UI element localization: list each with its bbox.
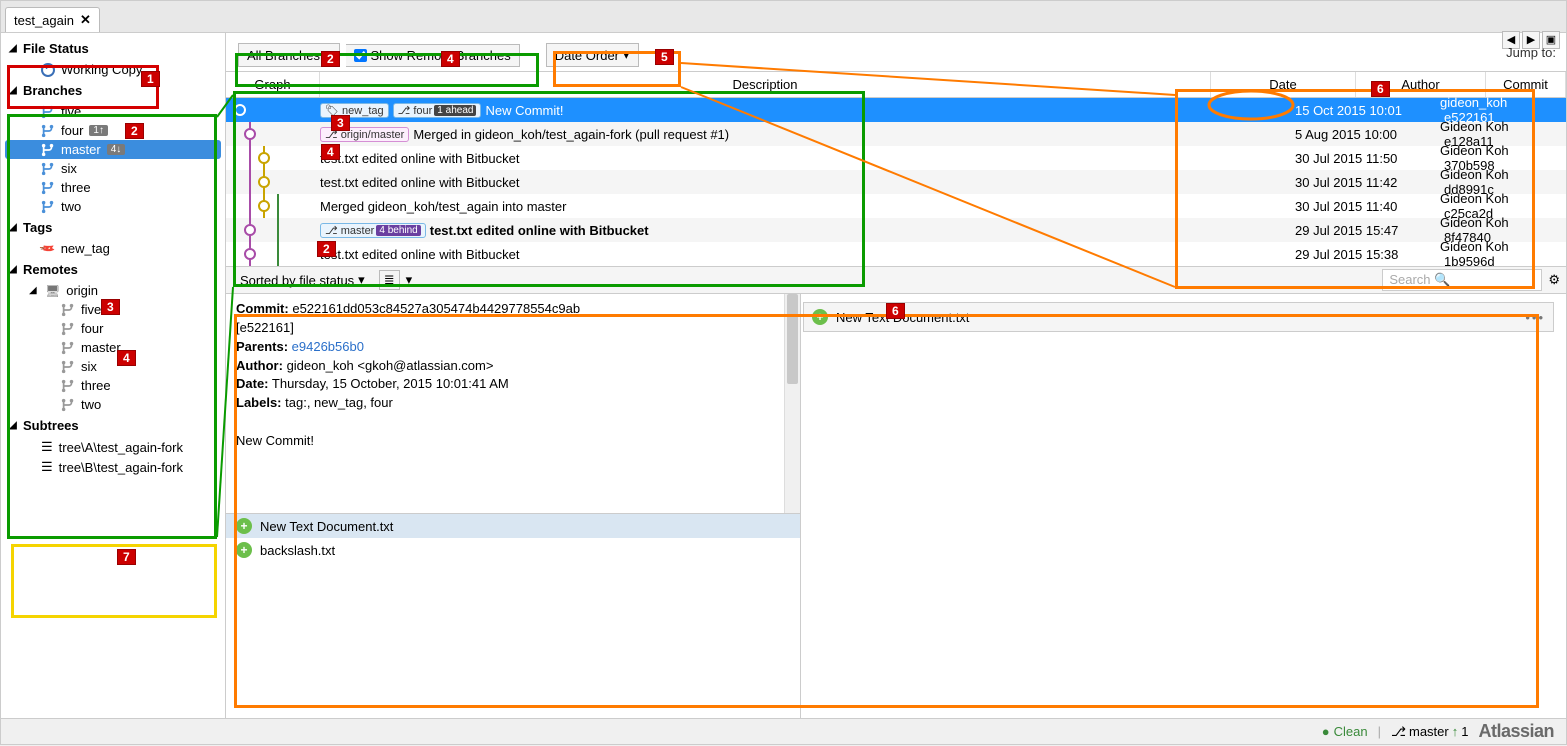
- commit-row[interactable]: 🏷 new_tag ⎇ four 1 aheadNew Commit!15 Oc…: [226, 98, 1566, 122]
- jump-to-label: Jump to:: [1506, 45, 1556, 60]
- col-description[interactable]: Description: [320, 72, 1211, 97]
- branch-icon: ⎇: [1391, 724, 1406, 740]
- chevron-down-icon[interactable]: ▾: [406, 272, 413, 288]
- check-icon: [41, 63, 55, 77]
- sort-dropdown[interactable]: Sorted by file status▾: [232, 269, 373, 291]
- branches-header[interactable]: ◢Branches: [1, 79, 225, 102]
- brand-logo: Atlassian: [1478, 721, 1554, 742]
- remote-branch-two[interactable]: two: [1, 395, 225, 414]
- tab-bar: test_again ✕: [1, 1, 1566, 33]
- branch-master[interactable]: master4↓: [5, 140, 221, 159]
- branch-icon: [41, 143, 55, 157]
- branch-icon: [61, 303, 75, 317]
- branch-icon: [41, 181, 55, 195]
- commit-row[interactable]: ⎇ master 4 behindtest.txt edited online …: [226, 218, 1566, 242]
- scrollbar[interactable]: [784, 294, 800, 513]
- tag-item[interactable]: 🔖new_tag: [1, 239, 225, 258]
- plus-icon: +: [812, 309, 828, 325]
- close-icon[interactable]: ✕: [80, 12, 91, 28]
- remote-branch-four[interactable]: four: [1, 319, 225, 338]
- ref-badge[interactable]: ⎇ master 4 behind: [320, 223, 426, 238]
- branch-icon: [61, 379, 75, 393]
- commit-row[interactable]: Merged gideon_koh/test_again into master…: [226, 194, 1566, 218]
- more-icon[interactable]: •••: [1525, 310, 1545, 325]
- branch-icon: [61, 322, 75, 336]
- branch-five[interactable]: five: [1, 102, 225, 121]
- status-branch[interactable]: ⎇master ↑1: [1391, 724, 1468, 740]
- gear-icon[interactable]: ⚙: [1548, 272, 1560, 288]
- changed-file[interactable]: +New Text Document.txt: [226, 514, 800, 538]
- branch-icon: [61, 360, 75, 374]
- sidebar: ◢File Status Working Copy ◢Branches five…: [1, 33, 226, 718]
- branch-icon: [61, 341, 75, 355]
- col-graph[interactable]: Graph: [226, 72, 320, 97]
- chevron-down-icon: ▾: [623, 47, 630, 63]
- branch-six[interactable]: six: [1, 159, 225, 178]
- branch-three[interactable]: three: [1, 178, 225, 197]
- remote-branch-six[interactable]: six: [1, 357, 225, 376]
- col-commit[interactable]: Commit: [1486, 72, 1566, 97]
- diff-file-name: New Text Document.txt: [836, 310, 969, 325]
- search-input[interactable]: Search 🔍: [1382, 269, 1542, 291]
- changed-file[interactable]: +backslash.txt: [226, 538, 800, 562]
- branch-icon: [41, 162, 55, 176]
- col-author[interactable]: Author: [1356, 72, 1486, 97]
- ref-badge[interactable]: ⎇ origin/master: [320, 127, 409, 142]
- commit-row[interactable]: test.txt edited online with Bitbucket30 …: [226, 170, 1566, 194]
- repo-tab[interactable]: test_again ✕: [5, 7, 100, 32]
- remote-origin[interactable]: ◢🖥origin: [1, 281, 225, 300]
- file-status-header[interactable]: ◢File Status: [1, 37, 225, 60]
- chevron-down-icon: ▾: [358, 272, 365, 288]
- commit-row[interactable]: ⎇ origin/master Merged in gideon_koh/tes…: [226, 122, 1566, 146]
- remotes-header[interactable]: ◢Remotes: [1, 258, 225, 281]
- ref-badge[interactable]: 🏷 new_tag: [320, 103, 389, 118]
- diff-file-header: + New Text Document.txt •••: [803, 302, 1554, 332]
- subtree-item[interactable]: ☰tree\B\test_again-fork: [1, 457, 225, 477]
- list-view-icon[interactable]: ≣: [379, 270, 400, 290]
- commit-detail-panel: Commit: e522161dd053c84527a305474b442977…: [226, 294, 801, 718]
- detail-area: Commit: e522161dd053c84527a305474b442977…: [226, 294, 1566, 718]
- server-icon: 🖥: [45, 284, 60, 298]
- show-remote-checkbox[interactable]: Show Remote Branches: [346, 44, 520, 67]
- remote-branch-master[interactable]: master: [1, 338, 225, 357]
- changed-files-list: +New Text Document.txt+backslash.txt: [226, 513, 800, 562]
- status-bar: ●Clean | ⎇master ↑1 Atlassian: [1, 718, 1566, 744]
- tab-title: test_again: [14, 13, 74, 28]
- branch-icon: [41, 200, 55, 214]
- commit-row[interactable]: test.txt edited online with Bitbucket29 …: [226, 242, 1566, 266]
- branch-filter-dropdown[interactable]: All Branches▾: [238, 43, 340, 67]
- subtrees-header[interactable]: ◢Subtrees: [1, 414, 225, 437]
- commit-table-header: Graph Description Date Author Commit: [226, 71, 1566, 98]
- commit-rows: 🏷 new_tag ⎇ four 1 aheadNew Commit!15 Oc…: [226, 98, 1566, 266]
- working-copy-item[interactable]: Working Copy: [1, 60, 225, 79]
- subtree-icon: ☰: [41, 439, 53, 455]
- diff-panel: + New Text Document.txt •••: [801, 294, 1566, 718]
- parent-link[interactable]: e9426b56b0: [292, 339, 364, 354]
- tags-header[interactable]: ◢Tags: [1, 216, 225, 239]
- col-date[interactable]: Date: [1211, 72, 1356, 97]
- file-filter-row: Sorted by file status▾ ≣ ▾ Search 🔍 ⚙: [226, 266, 1566, 294]
- chevron-down-icon: ▾: [324, 47, 331, 63]
- subtree-item[interactable]: ☰tree\A\test_again-fork: [1, 437, 225, 457]
- order-dropdown[interactable]: Date Order▾: [546, 43, 639, 67]
- status-clean: ●Clean: [1322, 724, 1368, 739]
- tag-icon: 🔖: [38, 239, 57, 258]
- ref-badge[interactable]: ⎇ four 1 ahead: [393, 103, 482, 118]
- commit-metadata: Commit: e522161dd053c84527a305474b442977…: [226, 294, 800, 513]
- branch-icon: [61, 398, 75, 412]
- plus-icon: +: [236, 518, 252, 534]
- commit-row[interactable]: test.txt edited online with Bitbucket30 …: [226, 146, 1566, 170]
- branch-icon: [41, 105, 55, 119]
- remote-branch-three[interactable]: three: [1, 376, 225, 395]
- branch-icon: [41, 124, 55, 138]
- branch-four[interactable]: four1↑: [1, 121, 225, 140]
- plus-icon: +: [236, 542, 252, 558]
- branch-two[interactable]: two: [1, 197, 225, 216]
- filter-toolbar: All Branches▾ Show Remote Branches Date …: [226, 33, 1566, 71]
- remote-branch-five[interactable]: five: [1, 300, 225, 319]
- subtree-icon: ☰: [41, 459, 53, 475]
- main-content: All Branches▾ Show Remote Branches Date …: [226, 33, 1566, 718]
